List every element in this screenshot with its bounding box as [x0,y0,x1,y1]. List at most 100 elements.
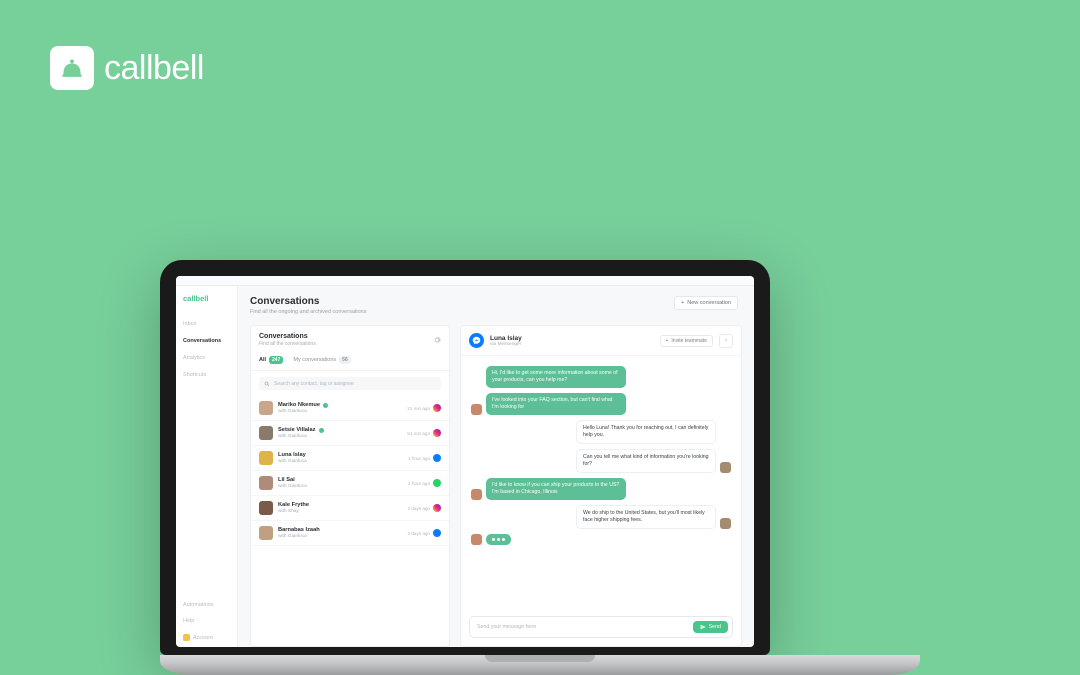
tab-my-conversations[interactable]: My conversations 56 [293,356,350,364]
plus-icon: + [666,338,669,344]
send-icon [700,624,706,630]
avatar [720,518,731,529]
sidebar: callbell Inbox Conversations Analytics S… [176,286,238,647]
contact-name: Barnabas Izaah [278,527,320,533]
conversation-row[interactable]: Barnabas Izaahwith Gianluca 2 days ago [251,521,449,546]
nav-primary: Inbox Conversations Analytics Shortcuts [183,321,230,378]
conversation-tabs: All 247 My conversations 56 [251,351,449,371]
panel-subtitle: Find all the conversations [259,341,316,347]
message-bubble: Hello Luna! Thank you for reaching out, … [576,420,716,444]
avatar [259,476,273,490]
nav-secondary: Automations Help Account [183,602,230,641]
conversation-list: Mariko Nkemuewith Gianluca21 min agoSets… [251,396,449,646]
main-area: Conversations Find all the ongoing and a… [238,286,754,647]
message-composer: Send your message here Send [469,616,733,638]
channel-icon [433,429,441,437]
message-row: Hi, I'd like to get some more informatio… [471,366,731,388]
message-bubble: Hi, I'd like to get some more informatio… [486,366,626,388]
nav-item-conversations[interactable]: Conversations [183,338,230,344]
brand-logo: callbell [50,46,204,90]
gear-icon[interactable] [433,336,441,344]
bell-icon [50,46,94,90]
message-bubble: We do ship to the United States, but you… [576,505,716,529]
conversations-panel: Conversations Find all the conversations… [250,325,450,647]
message-row: I'd like to know if you can ship your pr… [471,478,731,500]
message-row: Hello Luna! Thank you for reaching out, … [471,420,731,444]
avatar [259,501,273,515]
send-button[interactable]: Send [693,621,728,633]
timestamp: 21 min ago [407,406,430,411]
panel-title: Conversations [259,333,316,340]
message-list: Hi, I'd like to get some more informatio… [461,356,741,616]
conversation-row[interactable]: Setsie Villalazwith Gianluca 51 min ago [251,421,449,446]
channel-icon [433,404,441,412]
assigned-to: with Gianluca [278,459,403,464]
channel-icon [433,529,441,537]
app-screen: callbell Inbox Conversations Analytics S… [176,276,754,647]
typing-indicator [471,534,731,545]
page-header: Conversations Find all the ongoing and a… [250,296,742,315]
assigned-to: with Gianluca [278,484,403,489]
nav-item-automations[interactable]: Automations [183,602,230,608]
composer-input[interactable]: Send your message here [477,624,693,630]
assigned-to: with Gianluca [278,534,403,539]
unread-badge [323,403,328,408]
timestamp: 2 days ago [408,506,430,511]
nav-item-analytics[interactable]: Analytics [183,355,230,361]
laptop-base [160,655,920,675]
chat-header: Luna Islay via Messenger + Invite teamma… [461,326,741,356]
search-input[interactable]: Search any contact, tag or assignee [259,377,441,390]
search-icon [264,381,270,387]
conversation-row[interactable]: Kale Frythewith Shay 2 days ago [251,496,449,521]
assigned-to: with Gianluca [278,409,402,414]
laptop-mockup: callbell Inbox Conversations Analytics S… [160,260,920,675]
avatar [259,451,273,465]
conversation-row[interactable]: Mariko Nkemuewith Gianluca 21 min ago [251,396,449,421]
avatar [259,526,273,540]
brand-text: callbell [104,49,204,88]
assigned-to: with Gianluca [278,434,402,439]
unread-badge [319,428,324,433]
avatar [471,489,482,500]
invite-teammate-button[interactable]: + Invite teammate [660,335,714,347]
contact-name: Luna Islay [278,452,306,458]
conversation-row[interactable]: Lil Saiwith Gianluca 2 hour ago [251,471,449,496]
chat-contact-name: Luna Islay [490,335,654,342]
page-subtitle: Find all the ongoing and archived conver… [250,309,367,315]
message-row: Can you tell me what kind of information… [471,449,731,473]
nav-item-account[interactable]: Account [183,634,230,641]
contact-name: Lil Sai [278,477,295,483]
contact-name: Mariko Nkemue [278,402,320,408]
message-row: I've looked into your FAQ section, but c… [471,393,731,415]
message-bubble: I've looked into your FAQ section, but c… [486,393,626,415]
message-bubble: Can you tell me what kind of information… [576,449,716,473]
new-conversation-button[interactable]: + New conversation [674,296,738,310]
conversation-row[interactable]: Luna Islaywith Gianluca1 hour ago [251,446,449,471]
chat-contact-source: via Messenger [490,342,654,347]
contact-name: Setsie Villalaz [278,427,316,433]
plus-icon: + [681,300,684,306]
timestamp: 2 days ago [408,531,430,536]
avatar [471,534,482,545]
tab-all[interactable]: All 247 [259,356,283,364]
contact-name: Kale Frythe [278,502,309,508]
nav-item-help[interactable]: Help [183,618,230,624]
channel-icon [433,454,441,462]
message-row: We do ship to the United States, but you… [471,505,731,529]
app-logo: callbell [183,294,230,303]
avatar [259,426,273,440]
tab-my-count: 56 [339,356,351,364]
message-bubble: I'd like to know if you can ship your pr… [486,478,626,500]
chevron-right-icon[interactable]: › [719,334,733,348]
channel-icon [433,504,441,512]
avatar-icon [183,634,190,641]
avatar [471,404,482,415]
browser-topbar [176,276,754,286]
timestamp: 51 min ago [407,431,430,436]
nav-item-inbox[interactable]: Inbox [183,321,230,327]
tab-all-count: 247 [269,356,283,364]
assigned-to: with Shay [278,509,403,514]
page-title: Conversations [250,296,367,307]
timestamp: 2 hour ago [408,481,430,486]
chat-panel: Luna Islay via Messenger + Invite teamma… [460,325,742,647]
